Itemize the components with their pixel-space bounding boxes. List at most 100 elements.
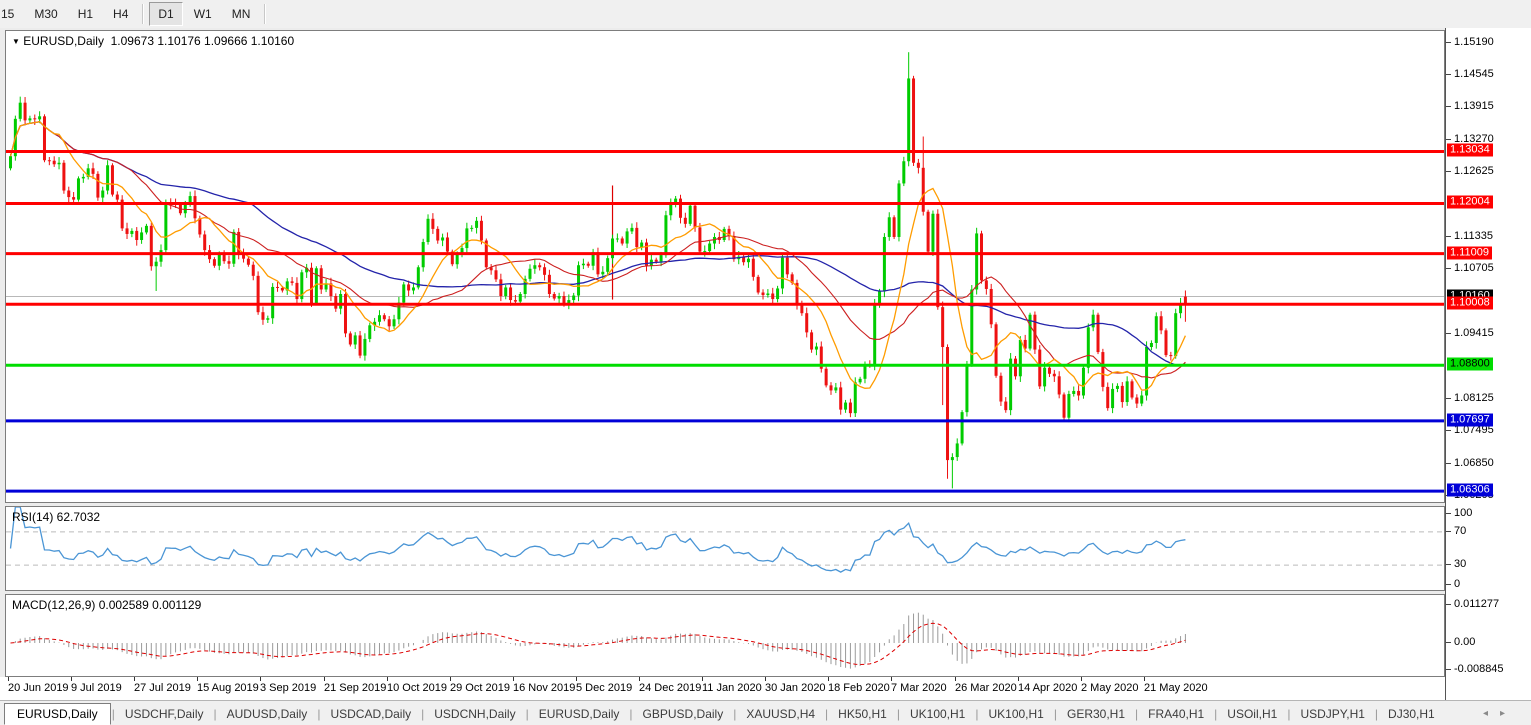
price-tick-mark <box>1446 430 1451 431</box>
date-tick-mark <box>513 677 514 681</box>
candle-body <box>33 118 36 119</box>
chart-tab-usdjpy-h1[interactable]: USDJPY,H1 <box>1291 704 1373 724</box>
price-level-chip: 1.12004 <box>1447 196 1493 209</box>
candle-body <box>1131 381 1134 397</box>
candle-body <box>363 339 366 356</box>
date-tick-mark <box>1018 677 1019 681</box>
candle-body <box>1048 368 1051 374</box>
timeframe-h4-button[interactable]: H4 <box>104 2 137 26</box>
rsi-indicator-pane[interactable]: RSI(14) 62.7032 <box>5 506 1445 591</box>
candle-body <box>140 232 143 240</box>
tab-scroll-right-icon[interactable]: ▸ <box>1500 708 1517 719</box>
date-tick-mark <box>702 677 703 681</box>
price-tick-mark <box>1446 531 1451 532</box>
candle-body <box>975 233 978 289</box>
date-label: 9 Jul 2019 <box>71 682 122 694</box>
timeframe-m15-button[interactable]: 15 <box>0 2 23 26</box>
chart-tab-uk100-h1[interactable]: UK100,H1 <box>979 704 1052 724</box>
candle-body <box>694 206 697 228</box>
candle-body <box>281 288 284 291</box>
chart-tab-hk50-h1[interactable]: HK50,H1 <box>829 704 896 724</box>
candle-body <box>504 287 507 296</box>
candle-body <box>499 279 502 296</box>
date-axis[interactable]: 20 Jun 20199 Jul 201927 Jul 201915 Aug 2… <box>0 677 1445 700</box>
price-tick-mark <box>1446 74 1451 75</box>
chart-tab-eurusd-daily[interactable]: EURUSD,Daily <box>4 703 111 725</box>
candle-body <box>800 305 803 313</box>
price-tick-mark <box>1446 584 1451 585</box>
rsi-line <box>11 507 1186 572</box>
date-label: 10 Oct 2019 <box>387 682 447 694</box>
price-tick-mark <box>1446 268 1451 269</box>
price-axis[interactable]: 1.151901.145451.139151.132701.126251.113… <box>1445 28 1531 700</box>
candle-body <box>509 287 512 300</box>
candle-body <box>446 237 449 251</box>
candle-body <box>334 296 337 309</box>
toolbar-separator <box>142 4 144 24</box>
candle-body <box>431 219 434 229</box>
price-tick-label: -0.008845 <box>1454 663 1504 675</box>
candle-body <box>359 335 362 355</box>
candle-body <box>1043 368 1046 387</box>
chart-tab-xauusd-h4[interactable]: XAUUSD,H4 <box>737 704 824 724</box>
chart-tab-usdcad-daily[interactable]: USDCAD,Daily <box>321 704 420 724</box>
chart-title[interactable]: ▼ EURUSD,Daily 1.09673 1.10176 1.09666 1… <box>12 34 294 48</box>
date-tick-mark <box>260 677 261 681</box>
candle-body <box>247 259 250 265</box>
candle-body <box>689 206 692 224</box>
chart-tab-dj30-h1[interactable]: DJ30,H1 <box>1379 704 1444 724</box>
chart-tab-eurusd-daily[interactable]: EURUSD,Daily <box>530 704 629 724</box>
candle-body <box>640 243 643 248</box>
chart-tab-usdchf-daily[interactable]: USDCHF,Daily <box>116 704 213 724</box>
candle-body <box>606 258 609 272</box>
timeframe-d1-button[interactable]: D1 <box>149 2 182 26</box>
candlestick-chart <box>6 31 1444 502</box>
candle-body <box>145 226 148 233</box>
candle-body <box>1101 352 1104 387</box>
chart-ohlc-values: 1.09673 1.10176 1.09666 1.10160 <box>111 34 295 48</box>
candle-body <box>1121 386 1124 402</box>
chart-tab-fra40-h1[interactable]: FRA40,H1 <box>1139 704 1213 724</box>
candle-body <box>475 221 478 228</box>
candle-body <box>844 403 847 410</box>
chart-tab-gbpusd-daily[interactable]: GBPUSD,Daily <box>634 704 733 724</box>
tab-scroll-left-icon[interactable]: ◂ <box>1483 708 1500 719</box>
price-tick-mark <box>1446 513 1451 514</box>
symbol-dropdown-icon[interactable]: ▼ <box>12 37 20 46</box>
candle-body <box>786 258 789 275</box>
timeframe-mn-button[interactable]: MN <box>223 2 260 26</box>
main-chart-pane[interactable]: ▼ EURUSD,Daily 1.09673 1.10176 1.09666 1… <box>5 30 1445 503</box>
candle-body <box>558 296 561 299</box>
candle-body <box>703 251 706 252</box>
candle-body <box>752 259 755 277</box>
candle-body <box>402 284 405 302</box>
chart-tab-ger30-h1[interactable]: GER30,H1 <box>1058 704 1134 724</box>
date-label: 11 Jan 2020 <box>702 682 762 694</box>
timeframe-h1-button[interactable]: H1 <box>69 2 102 26</box>
chart-tab-usoil-h1[interactable]: USOil,H1 <box>1218 704 1286 724</box>
rsi-label: RSI(14) 62.7032 <box>12 510 100 524</box>
timeframe-w1-button[interactable]: W1 <box>185 2 221 26</box>
candle-body <box>252 265 255 276</box>
candle-body <box>528 269 531 279</box>
price-level-chip: 1.06306 <box>1447 484 1493 497</box>
candle-body <box>271 287 274 318</box>
candle-body <box>902 161 905 183</box>
candle-body <box>995 324 998 375</box>
price-tick-label: 30 <box>1454 558 1466 570</box>
candle-body <box>126 228 129 234</box>
candle-body <box>936 214 939 307</box>
candle-body <box>480 221 483 241</box>
timeframe-m30-button[interactable]: M30 <box>25 2 66 26</box>
chart-tab-audusd-daily[interactable]: AUDUSD,Daily <box>218 704 317 724</box>
chart-tab-bar: EURUSD,Daily|USDCHF,Daily|AUDUSD,Daily|U… <box>0 700 1531 725</box>
candle-body <box>1164 330 1167 355</box>
candle-body <box>48 160 51 161</box>
chart-tab-usdcnh-daily[interactable]: USDCNH,Daily <box>425 704 524 724</box>
candle-body <box>1126 381 1129 402</box>
candle-body <box>611 238 614 258</box>
macd-indicator-pane[interactable]: MACD(12,26,9) 0.002589 0.001129 <box>5 594 1445 677</box>
candle-body <box>1067 394 1070 418</box>
candle-body <box>1160 316 1163 330</box>
chart-tab-uk100-h1[interactable]: UK100,H1 <box>901 704 974 724</box>
